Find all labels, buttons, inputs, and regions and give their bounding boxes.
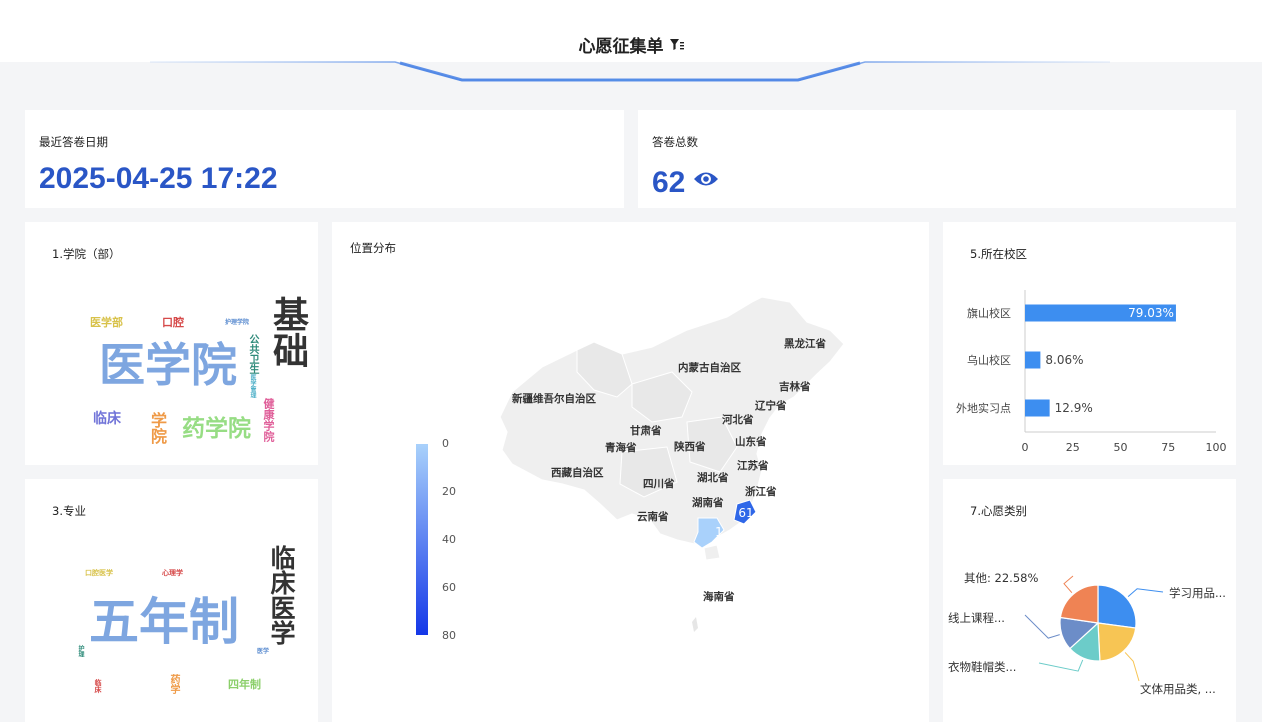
filter-icon[interactable] bbox=[669, 39, 684, 55]
province-label: 湖南省 bbox=[692, 497, 724, 509]
pie-label: 学习用品... bbox=[1169, 586, 1226, 600]
pie-leader-line[interactable] bbox=[1063, 575, 1074, 594]
bar-category-label: 旗山校区 bbox=[967, 306, 1011, 320]
wordcloud-word: 学院 bbox=[148, 412, 167, 444]
map-legend-bar[interactable] bbox=[416, 444, 428, 635]
pie-leader-line[interactable] bbox=[1024, 614, 1060, 639]
province-label: 湖北省 bbox=[697, 472, 729, 484]
major-title: 3.专业 bbox=[52, 504, 86, 518]
pie-label: 其他: 22.58% bbox=[964, 571, 1039, 585]
wordcloud-word: 口腔医学 bbox=[85, 569, 113, 577]
campus-bar-chart[interactable]: 0 25 50 75 100 旗山校区 79.03% 乌山校区 8.06% 外地实习点 12.9% bbox=[943, 222, 1236, 465]
wordcloud-word: 心理学 bbox=[162, 569, 183, 577]
bar-2[interactable] bbox=[1025, 399, 1050, 417]
bar-1[interactable] bbox=[1025, 351, 1041, 369]
bar-value-label: 79.03% bbox=[1128, 306, 1174, 320]
province-label: 吉林省 bbox=[779, 381, 811, 393]
wordcloud-word: 五年制 bbox=[89, 593, 239, 651]
wordcloud-word: 护理学院 bbox=[225, 319, 250, 326]
wordcloud-word: 临床 bbox=[93, 411, 121, 427]
wordcloud-word: 临床医学 bbox=[267, 545, 296, 645]
province-label: 河北省 bbox=[722, 414, 754, 426]
college-title: 1.学院（部） bbox=[52, 247, 121, 261]
pie-label: 线上课程... bbox=[948, 611, 1005, 625]
wordcloud-word: 医学部 bbox=[90, 316, 123, 329]
province-label: 云南省 bbox=[637, 511, 669, 523]
bar-value-label: 8.06% bbox=[1045, 353, 1083, 367]
map-legend-tick: 20 bbox=[442, 485, 456, 498]
map-legend-tick: 0 bbox=[442, 437, 449, 450]
map-legend-tick: 60 bbox=[442, 581, 456, 594]
map-value-label: 1 bbox=[715, 525, 723, 539]
header-decoration bbox=[150, 61, 1110, 82]
campus-chart-card: 5.所在校区 0 25 50 75 100 旗山校区 79.03% 乌山校区 8.06% 外地实习… bbox=[943, 222, 1236, 465]
wordcloud-word: 四年制 bbox=[228, 678, 261, 691]
scrollbar[interactable] bbox=[1262, 0, 1267, 722]
pie-slice-0[interactable] bbox=[1097, 584, 1137, 629]
province-label: 西藏自治区 bbox=[551, 467, 604, 479]
bar-category-label: 乌山校区 bbox=[967, 353, 1011, 367]
bar-x-tick: 75 bbox=[1161, 441, 1175, 454]
wordcloud-word: 临床 bbox=[94, 679, 102, 693]
wordcloud-word: 基础 bbox=[267, 296, 308, 368]
bar-x-tick: 50 bbox=[1114, 441, 1128, 454]
province-label: 甘肃省 bbox=[630, 425, 662, 437]
province-label: 青海省 bbox=[605, 442, 637, 454]
wordcloud-word: 医学管理 bbox=[249, 374, 256, 398]
wordcloud-word: 药学院 bbox=[182, 416, 251, 442]
pie-leader-line[interactable] bbox=[1127, 588, 1164, 598]
wordcloud-word: 医学 bbox=[257, 648, 270, 655]
wordcloud-word: 口腔 bbox=[162, 316, 184, 329]
latest-date-value: 2025-04-25 17:22 bbox=[39, 162, 278, 195]
province-label: 海南省 bbox=[703, 591, 735, 603]
province-label: 辽宁省 bbox=[755, 400, 787, 412]
province-label: 江苏省 bbox=[737, 460, 769, 472]
college-wordcloud-card: 1.学院（部） 医学院 基础 药学院 学院 临床 医学部 口腔 公共卫生 健康学… bbox=[25, 222, 318, 465]
pie-leader-line[interactable] bbox=[1038, 659, 1084, 672]
pie-leader-line[interactable] bbox=[1124, 652, 1140, 682]
total-count-value: 62 bbox=[652, 166, 686, 199]
wordcloud-word: 护理 bbox=[77, 645, 84, 657]
bar-x-tick: 0 bbox=[1022, 441, 1029, 454]
bar-x-tick: 100 bbox=[1206, 441, 1227, 454]
page-title-text: 心愿征集单 bbox=[578, 37, 664, 57]
total-count-row: 62 bbox=[652, 162, 719, 200]
province-label: 四川省 bbox=[643, 478, 675, 490]
eye-icon[interactable] bbox=[693, 162, 719, 196]
pie-slice-1[interactable] bbox=[1097, 622, 1137, 662]
total-count-card: 答卷总数 62 bbox=[638, 110, 1236, 208]
pie-label: 文体用品类, ... bbox=[1140, 682, 1216, 696]
wordcloud-word: 药学 bbox=[168, 674, 179, 694]
province-label: 陕西省 bbox=[674, 441, 706, 453]
pie-slice-4[interactable] bbox=[1059, 584, 1099, 624]
bar-value-label: 12.9% bbox=[1055, 401, 1093, 415]
wordcloud-word: 公共卫生 bbox=[247, 334, 258, 374]
page-title: 心愿征集单 bbox=[0, 32, 1262, 57]
total-count-label: 答卷总数 bbox=[652, 135, 698, 149]
wordcloud-word: 健康学院 bbox=[262, 398, 275, 442]
bar-category-label: 外地实习点 bbox=[956, 401, 1011, 415]
map-legend-tick: 40 bbox=[442, 533, 456, 546]
province-label: 内蒙古自治区 bbox=[678, 362, 741, 374]
page-header: 心愿征集单 bbox=[0, 0, 1262, 62]
pie-label: 衣物鞋帽类... bbox=[948, 660, 1017, 674]
china-map[interactable]: 1 61 0 20 40 60 80 bbox=[332, 222, 929, 722]
bar-x-tick: 25 bbox=[1066, 441, 1080, 454]
province-label: 黑龙江省 bbox=[784, 338, 826, 350]
location-map-card: 位置分布 1 61 0 20 40 60 80 黑龙江省 内蒙古自治区 吉林省 … bbox=[332, 222, 929, 722]
major-wordcloud-card: 3.专业 五年制 临床医学 四年制 药学 临床 口腔医学 心理学 医学 护理 bbox=[25, 479, 318, 722]
map-legend-tick: 80 bbox=[442, 629, 456, 642]
province-label: 浙江省 bbox=[745, 486, 777, 498]
province-label: 新疆维吾尔自治区 bbox=[512, 393, 596, 405]
latest-date-card: 最近答卷日期 2025-04-25 17:22 bbox=[25, 110, 624, 208]
province-label: 山东省 bbox=[735, 436, 767, 448]
latest-date-label: 最近答卷日期 bbox=[39, 135, 108, 149]
wordcloud-word: 医学院 bbox=[99, 338, 237, 392]
map-value-label: 61 bbox=[738, 506, 753, 520]
wish-chart-card: 7.心愿类别 其他: 22.58% 学习用品... 线上课程... 衣物鞋帽类.… bbox=[943, 479, 1236, 722]
